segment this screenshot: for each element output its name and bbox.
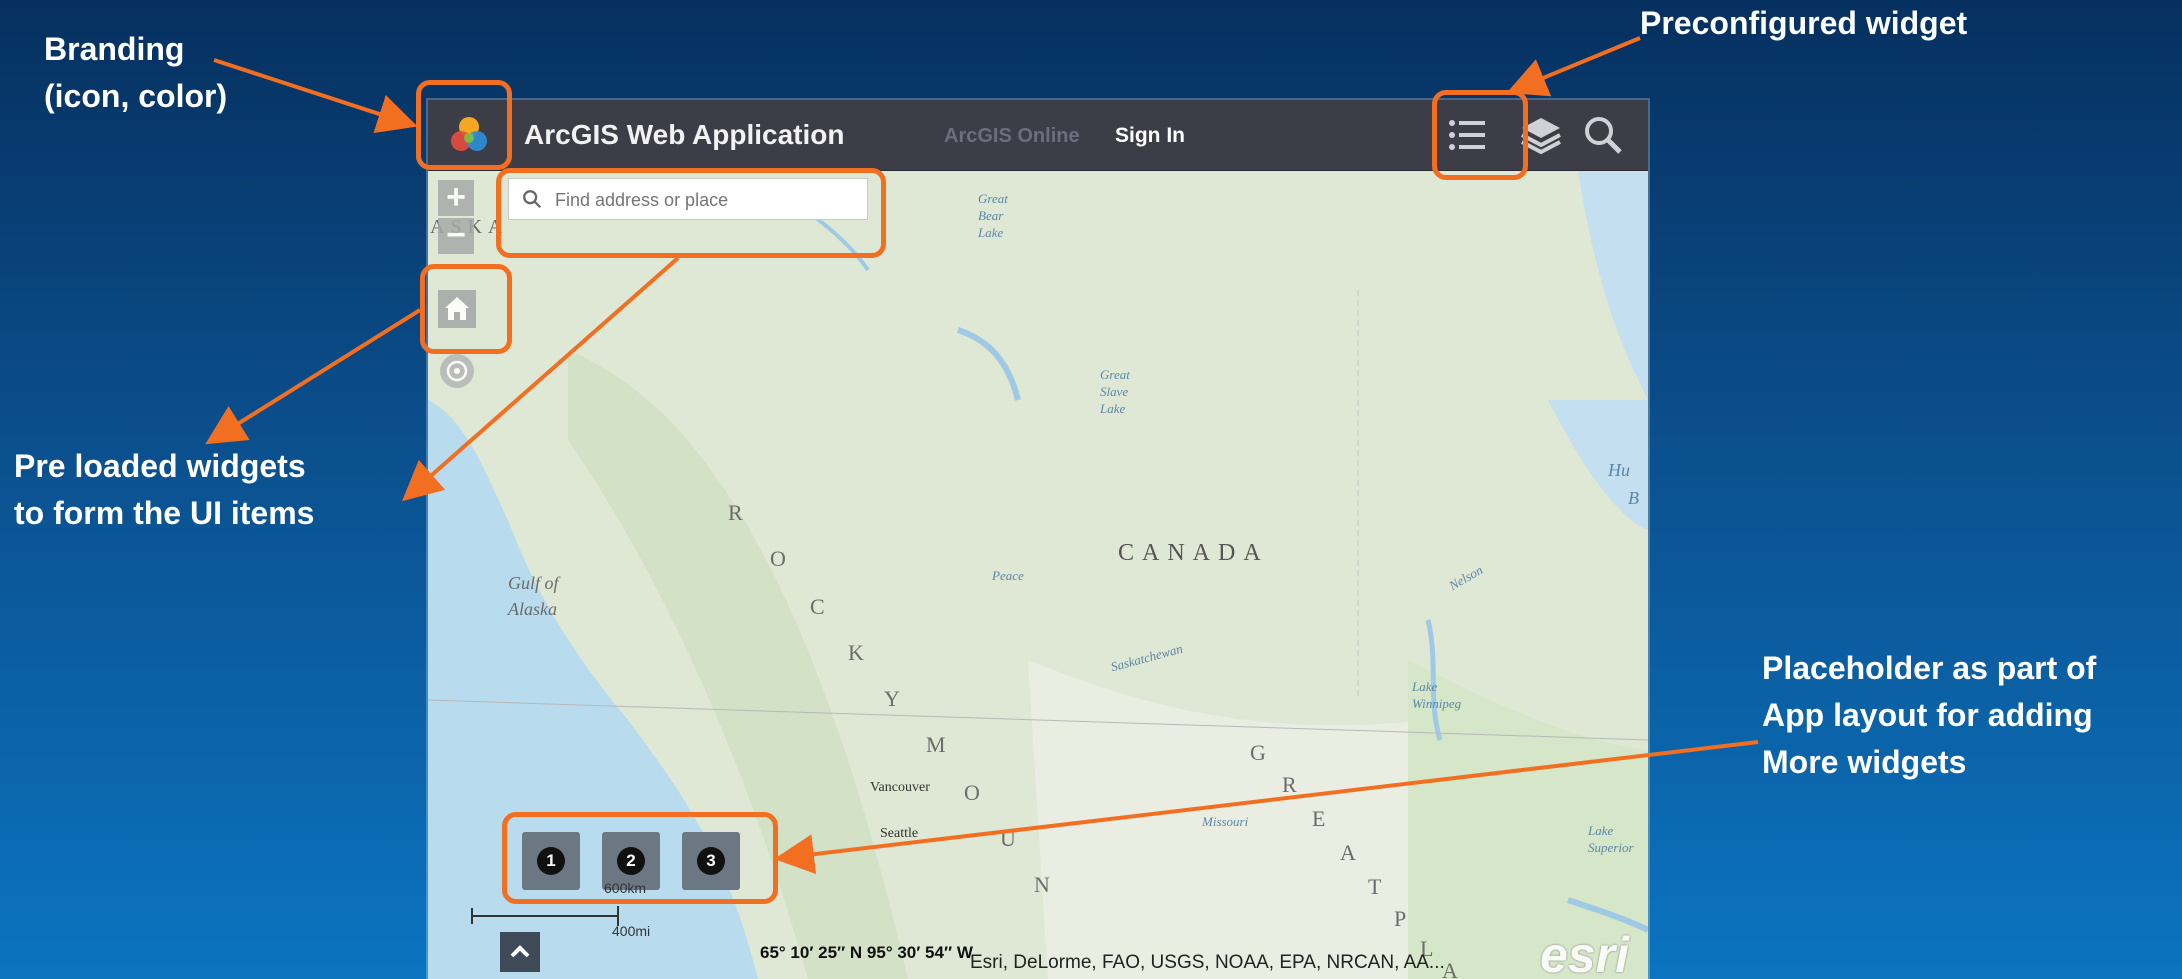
- map-label-peace: Peace: [992, 568, 1024, 583]
- app-title: ArcGIS Web Application: [524, 119, 845, 150]
- rocky-letter: Y: [884, 686, 900, 711]
- plains-letter: G: [1250, 740, 1266, 765]
- lake-winnipeg-line-2: Winnipeg: [1412, 696, 1462, 711]
- locate-icon: [446, 360, 468, 382]
- plains-letter: A: [1340, 840, 1356, 865]
- placeholder-callout-line-1: Placeholder as part of: [1762, 650, 2097, 686]
- map-label-gulf-of-alaska-line-1: Gulf of: [508, 573, 559, 593]
- placeholder-widgets-highlight: [502, 812, 778, 904]
- esri-logo: esri: [1540, 927, 1629, 979]
- arcgis-online-link[interactable]: ArcGIS Online: [944, 125, 1080, 148]
- lake-superior-line-2: Superior: [1588, 840, 1634, 855]
- expand-panel-button[interactable]: [500, 932, 540, 972]
- hudson-line-1: Hu: [1608, 460, 1630, 480]
- map-label-great-slave-lake: Great Slave Lake: [1100, 366, 1130, 417]
- map-label-lake-superior: Lake Superior: [1588, 822, 1634, 856]
- placeholder-callout-line-3: More widgets: [1762, 744, 1967, 780]
- hudson-line-2: B: [1628, 488, 1639, 508]
- great-slave-line-2: Slave: [1100, 384, 1129, 399]
- preconfigured-arrow: [1506, 36, 1641, 97]
- rocky-letter: M: [926, 732, 946, 757]
- map-label-gulf-of-alaska-line-2: Alaska: [508, 599, 557, 619]
- great-bear-line-2: Bear: [978, 208, 1004, 223]
- map-label-missouri: Missouri: [1202, 814, 1249, 829]
- map-label-seattle: Seattle: [880, 826, 919, 841]
- preloaded-callout-line-1: Pre loaded widgets: [14, 448, 306, 484]
- search-widget-highlight: [496, 168, 886, 258]
- rocky-letter: O: [770, 546, 786, 571]
- preconfigured-callout-line-1: Preconfigured widget: [1640, 5, 1968, 41]
- home-widget-highlight: [420, 264, 512, 354]
- plains-letter: R: [1282, 772, 1297, 797]
- search-icon[interactable]: [1580, 112, 1626, 158]
- preloaded-callout-line-2: to form the UI items: [14, 495, 315, 531]
- scale-bar: [471, 906, 619, 926]
- rocky-letter: C: [810, 594, 825, 619]
- rocky-letter: N: [1034, 872, 1050, 897]
- branding-callout-line-1: Branding: [44, 31, 185, 67]
- placeholder-callout-line-2: App layout for adding: [1762, 697, 2093, 733]
- placeholder-callout: Placeholder as part of App layout for ad…: [1762, 645, 2096, 786]
- locate-button[interactable]: [440, 354, 474, 388]
- preconfigured-callout: Preconfigured widget: [1640, 0, 1967, 47]
- map-label-great-bear-lake: Great Bear Lake: [978, 190, 1008, 241]
- preloaded-callout: Pre loaded widgets to form the UI items: [14, 443, 314, 537]
- home-widget-arrow: [205, 308, 422, 445]
- scale-bar-mi-label: 400mi: [612, 923, 651, 939]
- branding-callout: Branding (icon, color): [44, 26, 227, 120]
- plains-letter: E: [1312, 806, 1326, 831]
- chevron-up-icon: [510, 945, 530, 958]
- zoom-out-button[interactable]: −: [438, 218, 474, 254]
- map-label-canada: CANADA: [1118, 540, 1269, 566]
- rocky-letter: R: [728, 500, 743, 525]
- plains-letter: P: [1394, 906, 1407, 931]
- great-slave-line-1: Great: [1100, 367, 1130, 382]
- map-label-lake-winnipeg: Lake Winnipeg: [1412, 678, 1461, 712]
- rocky-letter: U: [1000, 826, 1016, 851]
- great-bear-line-1: Great: [978, 191, 1008, 206]
- lake-winnipeg-line-1: Lake: [1412, 679, 1438, 694]
- rocky-letter: K: [848, 640, 864, 665]
- rocky-letter: O: [964, 780, 980, 805]
- zoom-in-button[interactable]: +: [438, 180, 474, 216]
- branding-arrow: [213, 58, 418, 134]
- branding-callout-line-2: (icon, color): [44, 78, 228, 114]
- map-label-vancouver: Vancouver: [870, 780, 930, 795]
- great-bear-line-3: Lake: [978, 225, 1004, 240]
- plains-letter: T: [1368, 874, 1382, 899]
- map-label-gulf-of-alaska: Gulf of Alaska: [508, 570, 559, 622]
- coordinates-readout: 65° 10′ 25″ N 95° 30′ 54″ W: [760, 943, 973, 962]
- map-attribution: Esri, DeLorme, FAO, USGS, NOAA, EPA, NRC…: [970, 952, 1445, 973]
- great-slave-line-3: Lake: [1100, 401, 1126, 416]
- branding-highlight: [416, 80, 512, 170]
- sign-in-link[interactable]: Sign In: [1115, 124, 1185, 148]
- preconfigured-widget-highlight: [1432, 90, 1528, 180]
- map-label-hudson: Hu B: [1608, 456, 1639, 512]
- lake-superior-line-1: Lake: [1588, 823, 1614, 838]
